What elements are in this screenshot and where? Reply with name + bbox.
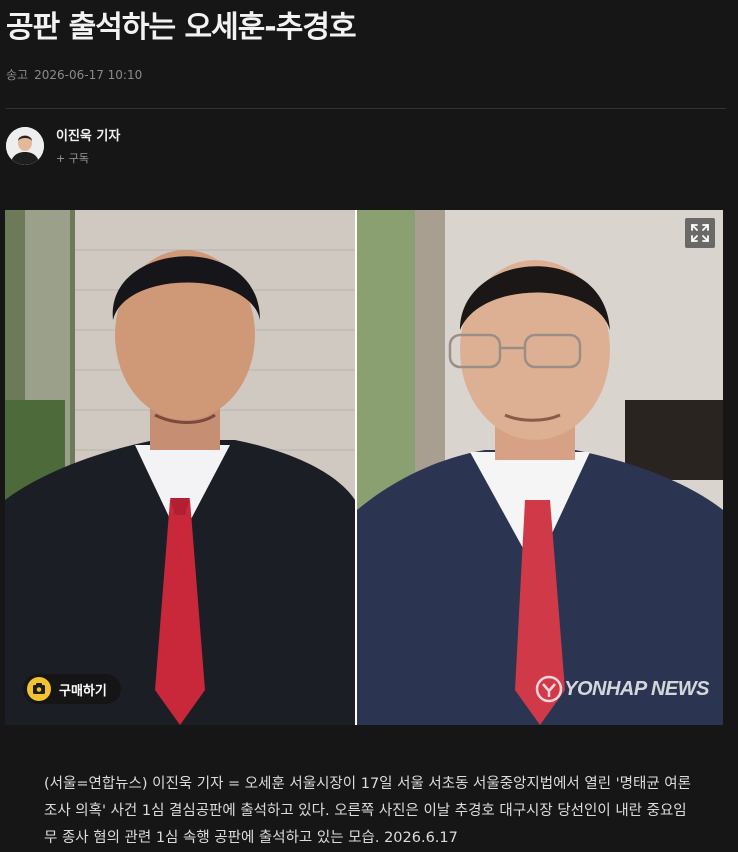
timestamp: 2026-06-17 10:10 — [34, 68, 143, 82]
yonhap-logo-icon — [535, 675, 563, 703]
yonhap-watermark: YONHAP NEWS — [534, 674, 709, 704]
watermark-text: YONHAP NEWS — [564, 677, 709, 700]
page-title: 공판 출석하는 오세훈-추경호 — [6, 10, 357, 45]
reporter-name[interactable]: 이진욱 기자 — [56, 125, 120, 144]
meta-label: 송고 — [6, 68, 29, 82]
article-photo[interactable]: 구매하기 YONHAP NEWS — [5, 210, 723, 725]
cart-icon — [27, 677, 51, 701]
photo-illustration — [5, 210, 723, 725]
buy-button[interactable]: 구매하기 — [23, 674, 121, 704]
divider — [6, 108, 726, 109]
avatar[interactable] — [6, 126, 44, 165]
expand-button[interactable] — [685, 218, 715, 248]
expand-icon — [691, 224, 709, 242]
article-meta: 송고 2026-06-17 10:10 — [6, 66, 148, 83]
byline: 이진욱 기자 + 구독 — [6, 125, 120, 166]
buy-label: 구매하기 — [59, 683, 107, 699]
photo-caption: (서울=연합뉴스) 이진욱 기자 = 오세훈 서울시장이 17일 서울 서초동 … — [44, 775, 691, 846]
subscribe-button[interactable]: + 구독 — [56, 150, 120, 166]
